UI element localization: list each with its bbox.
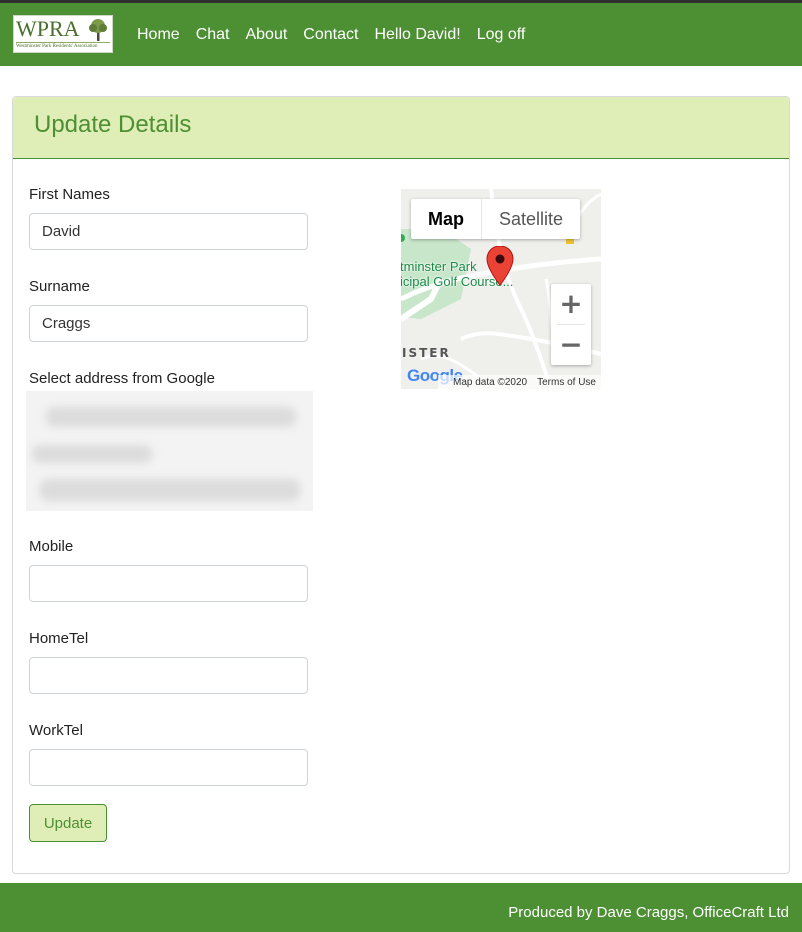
map-pin-icon[interactable] (486, 246, 514, 286)
worktel-label: WorkTel (29, 722, 83, 739)
map-terms-link[interactable]: Terms of Use (537, 377, 596, 388)
update-button[interactable]: Update (29, 804, 107, 842)
logo-title: WPRA (16, 16, 80, 41)
surname-label: Surname (29, 278, 90, 295)
address-autocomplete-blurred[interactable] (26, 391, 313, 511)
hometel-label: HomeTel (29, 630, 89, 647)
mobile-label: Mobile (29, 538, 74, 555)
mobile-input[interactable] (29, 565, 308, 602)
zoom-out-button[interactable]: − (551, 325, 591, 365)
footer-credit: Produced by Dave Craggs, OfficeCraft Ltd (508, 904, 789, 921)
map-type-toggle: Map Satellite (411, 199, 581, 239)
hometel-input[interactable] (29, 657, 308, 694)
map-footer: Map data ©2020 Terms of Use (438, 375, 601, 389)
google-map[interactable]: tminster Park icipal Golf Course... ISTE… (401, 189, 601, 389)
wpra-logo[interactable]: WPRA Westminster Park Residents' Associa… (13, 15, 113, 53)
map-attribution: Map data ©2020 (453, 376, 528, 388)
logo-underline (16, 42, 110, 43)
nav-contact[interactable]: Contact (303, 26, 358, 44)
worktel-input[interactable] (29, 749, 308, 786)
map-area-label: ISTER (402, 346, 451, 360)
nav-log-off[interactable]: Log off (477, 26, 526, 44)
logo-subtitle: Westminster Park Residents' Association (16, 44, 98, 49)
navbar: WPRA Westminster Park Residents' Associa… (0, 3, 802, 66)
zoom-in-button[interactable]: + (551, 284, 591, 324)
nav-user-greeting[interactable]: Hello David! (374, 26, 460, 44)
map-place-label-1: tminster Park (401, 259, 477, 274)
nav-home[interactable]: Home (137, 26, 180, 44)
page-title: Update Details (34, 111, 192, 138)
map-tab-map[interactable]: Map (411, 199, 481, 239)
card-header: Update Details (13, 97, 789, 159)
tree-icon (89, 19, 107, 41)
nav-chat[interactable]: Chat (196, 26, 230, 44)
zoom-controls: + − (551, 284, 591, 365)
nav-about[interactable]: About (245, 26, 287, 44)
map-tab-satellite[interactable]: Satellite (481, 199, 580, 239)
page-footer: Produced by Dave Craggs, OfficeCraft Ltd (0, 883, 802, 932)
first-names-label: First Names (29, 186, 110, 203)
address-label: Select address from Google (29, 370, 215, 387)
nav-links: Home Chat About Contact Hello David! Log… (137, 3, 541, 66)
first-names-input[interactable] (29, 213, 308, 250)
surname-input[interactable] (29, 305, 308, 342)
